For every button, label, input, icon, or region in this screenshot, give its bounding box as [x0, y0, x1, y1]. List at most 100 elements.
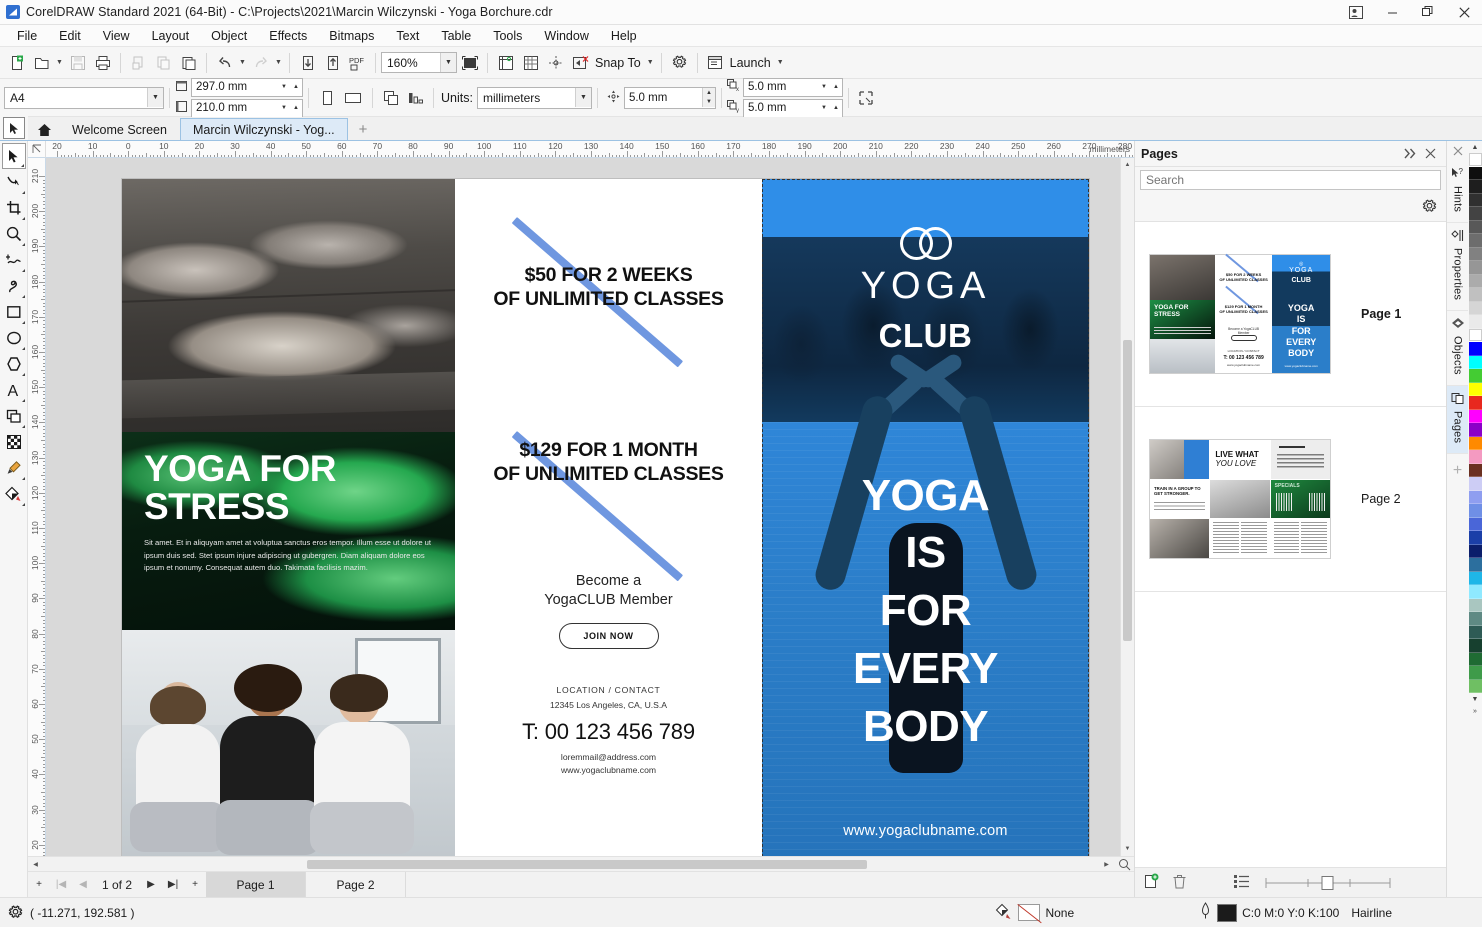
add-docker-button[interactable]: + — [1453, 462, 1462, 480]
new-document-icon[interactable] — [4, 50, 29, 75]
menu-window[interactable]: Window — [533, 25, 599, 47]
paste-icon[interactable] — [176, 50, 201, 75]
page-height-down-arrow-icon[interactable]: ▼ — [278, 100, 290, 117]
rail-close-icon[interactable] — [1447, 141, 1469, 161]
close-docker-icon[interactable] — [1420, 143, 1440, 165]
horizontal-ruler[interactable]: millimeters 20 10 0 10 20 30 40 50 60 70 80 90 100 11… — [46, 141, 1134, 158]
palette-swatch[interactable] — [1468, 355, 1482, 369]
last-page-icon[interactable]: ▶| — [162, 873, 184, 897]
tab-document-marcin-wilczynski[interactable]: Marcin Wilczynski - Yog... — [179, 118, 348, 140]
menu-text[interactable]: Text — [385, 25, 430, 47]
show-rulers-icon[interactable] — [493, 50, 518, 75]
scroll-up-arrow-icon[interactable]: ▲ — [1121, 158, 1134, 172]
nudge-distance-field[interactable]: 5.0 mm ▲ ▼ — [623, 86, 716, 109]
list-view-icon[interactable] — [1233, 874, 1250, 891]
palette-swatch[interactable] — [1468, 207, 1482, 221]
thumbnail-size-slider[interactable] — [1187, 874, 1438, 891]
palette-swatch[interactable] — [1468, 666, 1482, 680]
polygon-tool[interactable] — [2, 351, 26, 377]
brochure-panel-left[interactable]: YOGA FOR STRESS Sit amet. Et in aliquyam… — [122, 179, 455, 856]
import-icon[interactable] — [295, 50, 320, 75]
vertical-ruler[interactable]: 210 200 190 180 170 160 150 140 130 120 110 100 90 80… — [28, 158, 46, 856]
palette-swatch[interactable] — [1468, 531, 1482, 545]
palette-swatch[interactable] — [1468, 153, 1482, 167]
new-page-icon[interactable] — [1143, 873, 1160, 893]
duplicate-y-field[interactable]: 5.0 mm ▼ ▲ — [742, 98, 843, 118]
page-1-thumbnail[interactable]: YOGA FOR STRESS $50 FOR 2 WEEKS OF UNLIMIT… — [1149, 253, 1331, 374]
canvas-horizontal-scrollbar[interactable]: ◀ ▶ — [28, 856, 1134, 871]
redo-dropdown-arrow-icon[interactable]: ▼ — [273, 50, 284, 75]
rail-item-hints[interactable]: ? Hints — [1446, 161, 1469, 224]
menu-object[interactable]: Object — [200, 25, 258, 47]
palette-swatch[interactable] — [1468, 679, 1482, 693]
palette-expand-icon[interactable]: » — [1473, 705, 1477, 717]
add-page-icon[interactable]: + — [28, 873, 50, 897]
menu-effects[interactable]: Effects — [258, 25, 318, 47]
brochure-panel-right[interactable]: YOGA CLUB YOGA IS FOR EVERY BODY www.yog… — [762, 179, 1089, 856]
launch-dropdown-arrow-icon[interactable]: ▼ — [775, 50, 786, 75]
palette-swatch[interactable] — [1468, 504, 1482, 518]
palette-swatch[interactable] — [1468, 369, 1482, 383]
first-page-icon[interactable]: |◀ — [50, 873, 72, 897]
palette-swatch[interactable] — [1468, 247, 1482, 261]
home-icon[interactable] — [28, 118, 59, 140]
ellipse-tool[interactable] — [2, 325, 26, 351]
palette-swatch[interactable] — [1468, 193, 1482, 207]
join-now-button[interactable]: JOIN NOW — [558, 623, 659, 649]
duplicate-x-field[interactable]: 5.0 mm ▼ ▲ — [742, 77, 843, 97]
palette-swatch[interactable] — [1468, 261, 1482, 275]
pages-list-item-2[interactable]: LIVE WHAT YOU LOVE TRAIN IN A GROUP TO G… — [1135, 407, 1446, 592]
copy-icon[interactable] — [151, 50, 176, 75]
dupx-down-arrow-icon[interactable]: ▼ — [818, 79, 830, 96]
palette-swatch[interactable] — [1468, 328, 1482, 342]
freehand-tool[interactable] — [2, 247, 26, 273]
palette-swatch[interactable] — [1468, 652, 1482, 666]
palette-swatch[interactable] — [1468, 274, 1482, 288]
palette-swatch[interactable] — [1468, 382, 1482, 396]
color-palette[interactable]: ▲ ▼» — [1468, 141, 1482, 897]
canvas-vertical-scrollbar[interactable]: ▲ ▼ — [1120, 158, 1134, 856]
menu-table[interactable]: Table — [430, 25, 482, 47]
scroll-left-arrow-icon[interactable]: ◀ — [28, 861, 43, 868]
artistic-media-tool[interactable] — [2, 273, 26, 299]
page-height-up-arrow-icon[interactable]: ▲ — [290, 100, 302, 117]
outline-color-swatch[interactable] — [1217, 903, 1238, 922]
palette-scroll-up-icon[interactable]: ▲ — [1472, 141, 1479, 153]
dupx-up-arrow-icon[interactable]: ▲ — [830, 79, 842, 96]
rectangle-tool[interactable] — [2, 299, 26, 325]
palette-swatch[interactable] — [1468, 612, 1482, 626]
parallel-dimension-tool[interactable] — [2, 403, 26, 429]
page-tab-1[interactable]: Page 1 — [206, 871, 307, 898]
page-width-field[interactable]: 297.0 mm ▼ ▲ — [191, 77, 303, 97]
menu-help[interactable]: Help — [600, 25, 648, 47]
edit-page-border-icon[interactable] — [854, 85, 879, 110]
add-tab-button[interactable]: + — [347, 118, 379, 140]
palette-swatch[interactable] — [1468, 625, 1482, 639]
page-2-thumbnail[interactable]: LIVE WHAT YOU LOVE TRAIN IN A GROUP TO G… — [1149, 439, 1331, 559]
palette-scroll-down-icon[interactable]: ▼ — [1472, 693, 1479, 705]
print-icon[interactable] — [90, 50, 115, 75]
crop-tool[interactable] — [2, 195, 26, 221]
palette-swatch[interactable] — [1468, 423, 1482, 437]
status-options-gear-icon[interactable] — [0, 904, 30, 921]
undo-icon[interactable] — [212, 50, 237, 75]
zoom-level-combo[interactable]: 160% ▼ — [381, 52, 457, 73]
redo-icon[interactable] — [248, 50, 273, 75]
dupy-up-arrow-icon[interactable]: ▲ — [830, 100, 842, 117]
cut-icon[interactable] — [126, 50, 151, 75]
nudge-up-arrow-icon[interactable]: ▲ — [701, 88, 715, 98]
portrait-icon[interactable] — [314, 85, 339, 110]
collapse-docker-icon[interactable] — [1400, 143, 1420, 165]
palette-swatch[interactable] — [1468, 490, 1482, 504]
palette-swatch[interactable] — [1468, 180, 1482, 194]
palette-swatch[interactable] — [1468, 598, 1482, 612]
palette-swatch[interactable] — [1468, 463, 1482, 477]
palette-swatch[interactable] — [1468, 450, 1482, 464]
ruler-origin-corner[interactable] — [28, 141, 46, 158]
export-icon[interactable] — [320, 50, 345, 75]
palette-swatch[interactable] — [1468, 301, 1482, 315]
zoom-dropdown-arrow-icon[interactable]: ▼ — [440, 53, 456, 72]
pages-list-item-1[interactable]: YOGA FOR STRESS $50 FOR 2 WEEKS OF UNLIMIT… — [1135, 222, 1446, 407]
pages-list[interactable]: YOGA FOR STRESS $50 FOR 2 WEEKS OF UNLIMIT… — [1135, 222, 1446, 867]
scroll-right-arrow-icon[interactable]: ▶ — [1099, 861, 1114, 868]
